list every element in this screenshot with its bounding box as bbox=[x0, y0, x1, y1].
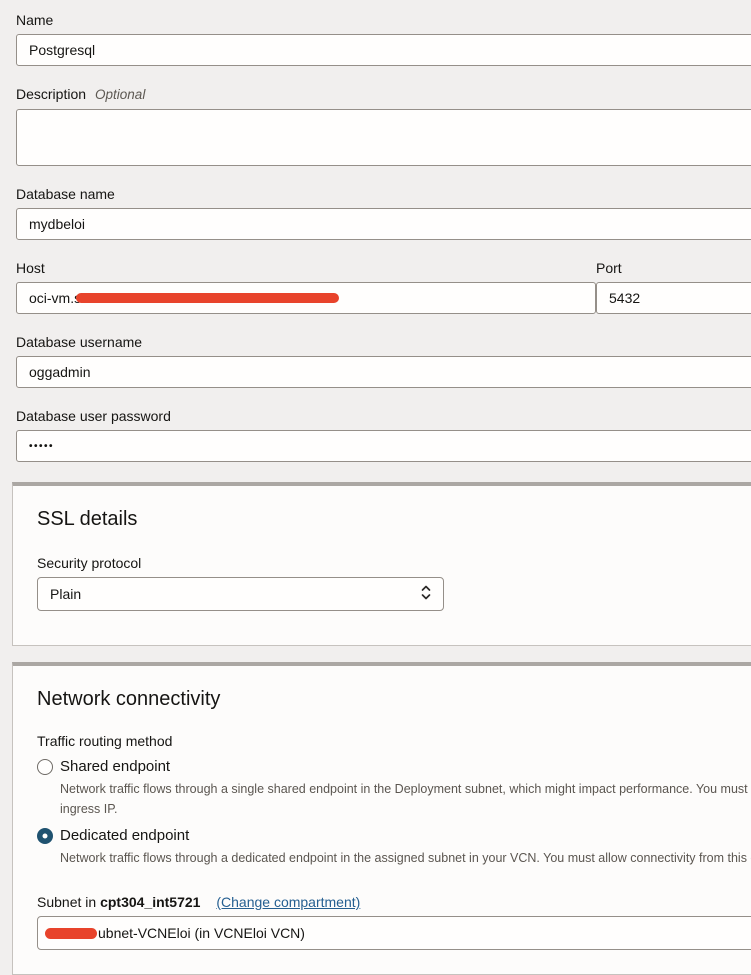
change-compartment-link[interactable]: (Change compartment) bbox=[216, 894, 360, 910]
shared-endpoint-radio[interactable] bbox=[37, 759, 53, 775]
database-name-label: Database name bbox=[16, 186, 751, 202]
card-padding bbox=[37, 611, 751, 645]
description-field: DescriptionOptional bbox=[16, 86, 751, 166]
database-user-password-input[interactable]: ••••• bbox=[16, 430, 751, 462]
port-field: Port 5432 bbox=[596, 260, 751, 314]
ssl-details-title: SSL details bbox=[37, 507, 751, 531]
host-field: Host oci-vm.s bbox=[16, 260, 596, 314]
network-connectivity-card: Network connectivity Traffic routing met… bbox=[12, 662, 751, 975]
subnet-label-prefix: Subnet in bbox=[37, 894, 96, 910]
network-connectivity-title: Network connectivity bbox=[37, 687, 751, 711]
connection-form: Name Postgresql DescriptionOptional Data… bbox=[0, 0, 751, 975]
security-protocol-label: Security protocol bbox=[37, 555, 751, 571]
security-protocol-select[interactable]: Plain bbox=[37, 577, 444, 611]
description-textarea[interactable] bbox=[16, 109, 751, 166]
shared-endpoint-option[interactable]: Shared endpoint bbox=[37, 758, 751, 775]
ssl-details-card: SSL details Security protocol Plain bbox=[12, 482, 751, 646]
security-protocol-value: Plain bbox=[50, 586, 81, 602]
subnet-compartment-name: cpt304_int5721 bbox=[100, 894, 200, 910]
redaction-bar bbox=[45, 928, 97, 939]
subnet-label-line: Subnet in cpt304_int5721 (Change compart… bbox=[37, 894, 751, 910]
dedicated-endpoint-radio[interactable] bbox=[37, 828, 53, 844]
name-input[interactable]: Postgresql bbox=[16, 34, 751, 66]
database-username-input[interactable]: oggadmin bbox=[16, 356, 751, 388]
name-label: Name bbox=[16, 12, 751, 28]
subnet-value-visible: ubnet-VCNEloi (in VCNEloi VCN) bbox=[98, 925, 305, 941]
dedicated-endpoint-option[interactable]: Dedicated endpoint bbox=[37, 827, 751, 844]
subnet-select[interactable]: ubnet-VCNEloi (in VCNEloi VCN) bbox=[37, 916, 751, 950]
database-user-password-field: Database user password ••••• bbox=[16, 408, 751, 462]
database-username-value: oggadmin bbox=[29, 364, 91, 380]
port-input[interactable]: 5432 bbox=[596, 282, 751, 314]
traffic-routing-label: Traffic routing method bbox=[37, 733, 751, 749]
description-label: DescriptionOptional bbox=[16, 86, 751, 103]
database-name-field: Database name mydbeloi bbox=[16, 186, 751, 240]
host-port-row: Host oci-vm.s Port 5432 bbox=[16, 260, 751, 314]
optional-tag: Optional bbox=[95, 87, 145, 102]
chevron-updown-icon bbox=[420, 584, 432, 605]
database-username-label: Database username bbox=[16, 334, 751, 350]
name-value: Postgresql bbox=[29, 42, 95, 58]
host-label: Host bbox=[16, 260, 596, 276]
shared-endpoint-label: Shared endpoint bbox=[60, 758, 170, 775]
redaction-bar bbox=[76, 293, 339, 303]
dedicated-endpoint-label: Dedicated endpoint bbox=[60, 827, 189, 844]
card-padding bbox=[37, 950, 751, 974]
password-masked-value: ••••• bbox=[29, 441, 54, 452]
host-input[interactable]: oci-vm.s bbox=[16, 282, 596, 314]
database-username-field: Database username oggadmin bbox=[16, 334, 751, 388]
shared-endpoint-description: Network traffic flows through a single s… bbox=[60, 779, 751, 819]
dedicated-endpoint-description: Network traffic flows through a dedicate… bbox=[60, 848, 751, 868]
name-field: Name Postgresql bbox=[16, 12, 751, 66]
database-name-input[interactable]: mydbeloi bbox=[16, 208, 751, 240]
database-name-value: mydbeloi bbox=[29, 216, 85, 232]
database-user-password-label: Database user password bbox=[16, 408, 751, 424]
port-label: Port bbox=[596, 260, 751, 276]
host-value-visible: oci-vm.s bbox=[29, 290, 81, 306]
port-value: 5432 bbox=[609, 290, 640, 306]
